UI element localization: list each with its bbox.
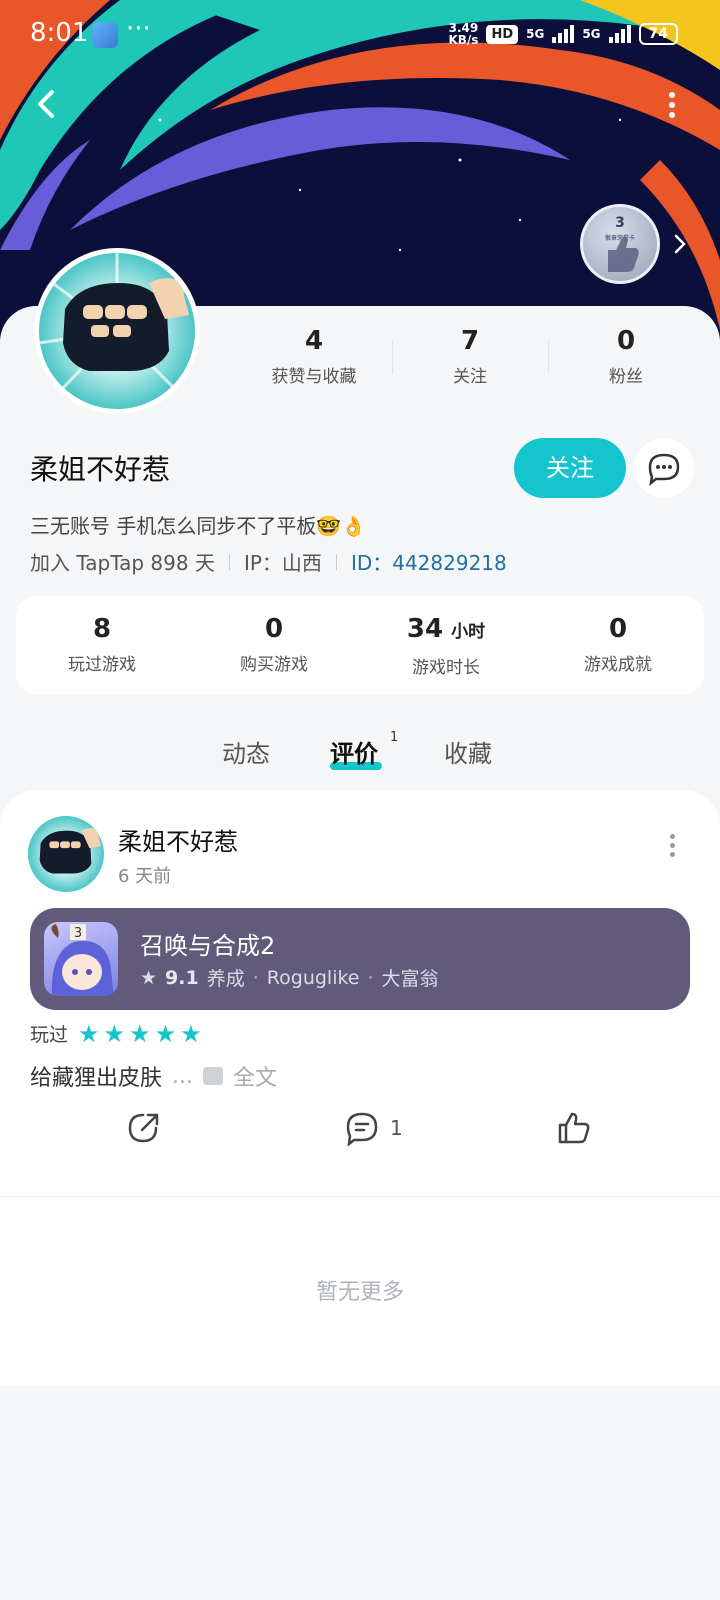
review-rating: 玩过 ★ ★ ★ ★ ★: [30, 1020, 202, 1047]
hd-icon: HD: [486, 24, 519, 44]
user-id[interactable]: ID：442829218: [351, 547, 507, 576]
share-icon: [128, 1113, 159, 1143]
review-time: 6 天前: [118, 866, 172, 887]
divider: [0, 1196, 720, 1197]
rating-star-icon: ★: [129, 1019, 151, 1048]
rating-star-icon: ★: [154, 1019, 177, 1048]
follow-button[interactable]: 关注: [514, 438, 626, 498]
comment-button[interactable]: 1: [344, 1108, 403, 1148]
stat-games-played[interactable]: 8 玩过游戏: [16, 596, 188, 694]
game-tag: Roguglike: [266, 966, 360, 989]
tab-activity[interactable]: 动态: [222, 734, 270, 769]
review-ellipsis: ...: [172, 1063, 193, 1089]
user-meta: 加入 TapTap 898 天 IP：山西 ID：442829218: [30, 547, 507, 576]
signal-bars-icon: [552, 25, 575, 43]
more-options-button[interactable]: [664, 92, 680, 118]
thumbs-up-icon: [558, 1112, 590, 1144]
like-button[interactable]: [556, 1108, 592, 1148]
stat-play-time[interactable]: 34 小时 游戏时长: [360, 596, 532, 694]
rating-stars: ★ ★ ★ ★ ★: [78, 1022, 202, 1046]
username: 柔姐不好惹: [30, 453, 171, 486]
user-avatar[interactable]: [34, 248, 200, 414]
stat-games-bought[interactable]: 0 购买游戏: [188, 596, 360, 694]
game-card[interactable]: 3 召唤与合成2 ★ 9.1 养成 · Roguglike · 大富翁: [30, 908, 690, 1010]
thumbs-up-badge-icon: [608, 236, 639, 272]
game-meta: ★ 9.1 养成 · Roguglike · 大富翁: [140, 964, 439, 991]
more-notifications-icon: ···: [126, 14, 151, 44]
app-notification-icon: [92, 22, 118, 48]
stat-achievements[interactable]: 0 游戏成就: [532, 596, 704, 694]
ip-location: IP：山西: [243, 551, 322, 575]
star-icon: ★: [140, 966, 158, 989]
fist-avatar-image: [39, 253, 195, 405]
full-text-link[interactable]: 全文: [233, 1060, 277, 1092]
signal-bars-icon-2: [608, 25, 631, 43]
network-speed: 3.49 KB/s: [448, 21, 479, 47]
review-more-button[interactable]: [666, 834, 678, 864]
review-text[interactable]: 给藏狸出皮肤 ... 全文: [30, 1060, 277, 1092]
review-author-avatar[interactable]: [28, 816, 104, 892]
game-tag: 大富翁: [381, 968, 439, 990]
back-arrow-icon: [38, 90, 54, 118]
review-body: 给藏狸出皮肤: [30, 1066, 163, 1091]
game-tag: 养成: [206, 968, 245, 990]
share-button[interactable]: [126, 1108, 162, 1148]
comment-icon: [346, 1112, 378, 1146]
tab-favorites[interactable]: 收藏: [444, 734, 492, 769]
game-stats-box: 8 玩过游戏 0 购买游戏 34 小时 游戏时长 0 游戏成就: [16, 596, 704, 694]
list-footer: 暂无更多: [0, 1198, 720, 1386]
stat-likes[interactable]: 4 获赞与收藏: [236, 326, 392, 396]
review-card[interactable]: 柔姐不好惹 6 天前 3 召唤与合成2 ★ 9.1 养成 · Roguglike…: [0, 790, 720, 1198]
status-bar: 8:01 ··· 3.49 KB/s HD 5G 5G 74: [0, 0, 720, 72]
signal-label-1: 5G: [526, 27, 545, 41]
user-bio: 三无账号 手机怎么同步不了平板🤓👌: [30, 514, 367, 538]
stat-following[interactable]: 7 关注: [392, 326, 548, 396]
no-more-text: 暂无更多: [315, 1280, 404, 1305]
game-rating: 9.1: [165, 966, 199, 989]
join-days: 加入 TapTap 898 天: [30, 551, 215, 575]
played-label: 玩过: [30, 1024, 69, 1046]
status-time: 8:01: [30, 18, 89, 48]
game-icon-badge: 3: [74, 926, 82, 941]
tab-reviews-count: 1: [390, 730, 399, 745]
chat-bubble-icon: [648, 453, 680, 487]
comment-count: 1: [390, 1116, 403, 1140]
rating-star-icon: ★: [103, 1019, 126, 1048]
image-icon: [203, 1067, 223, 1085]
review-actions: 1: [0, 1108, 720, 1158]
tab-reviews[interactable]: 评价: [330, 734, 378, 769]
battery-icon: 74: [638, 23, 678, 45]
game-title: 召唤与合成2: [140, 932, 276, 960]
review-author-name[interactable]: 柔姐不好惹: [118, 822, 238, 857]
signal-label-2: 5G: [582, 27, 601, 41]
profile-stats: 4 获赞与收藏 7 关注 0 粉丝: [236, 326, 704, 396]
message-button[interactable]: [634, 438, 694, 498]
profile-tabs: 动态 评价 1 收藏: [0, 728, 720, 778]
stat-followers[interactable]: 0 粉丝: [548, 326, 704, 396]
rating-star-icon: ★: [180, 1019, 202, 1048]
honor-badge[interactable]: 3 徽章荣誉卡: [580, 204, 660, 284]
game-icon: 3: [44, 922, 118, 996]
chevron-right-icon[interactable]: [672, 232, 688, 256]
rating-star-icon: ★: [78, 1019, 100, 1048]
back-button[interactable]: [30, 86, 66, 122]
fist-avatar-image: [39, 828, 102, 874]
